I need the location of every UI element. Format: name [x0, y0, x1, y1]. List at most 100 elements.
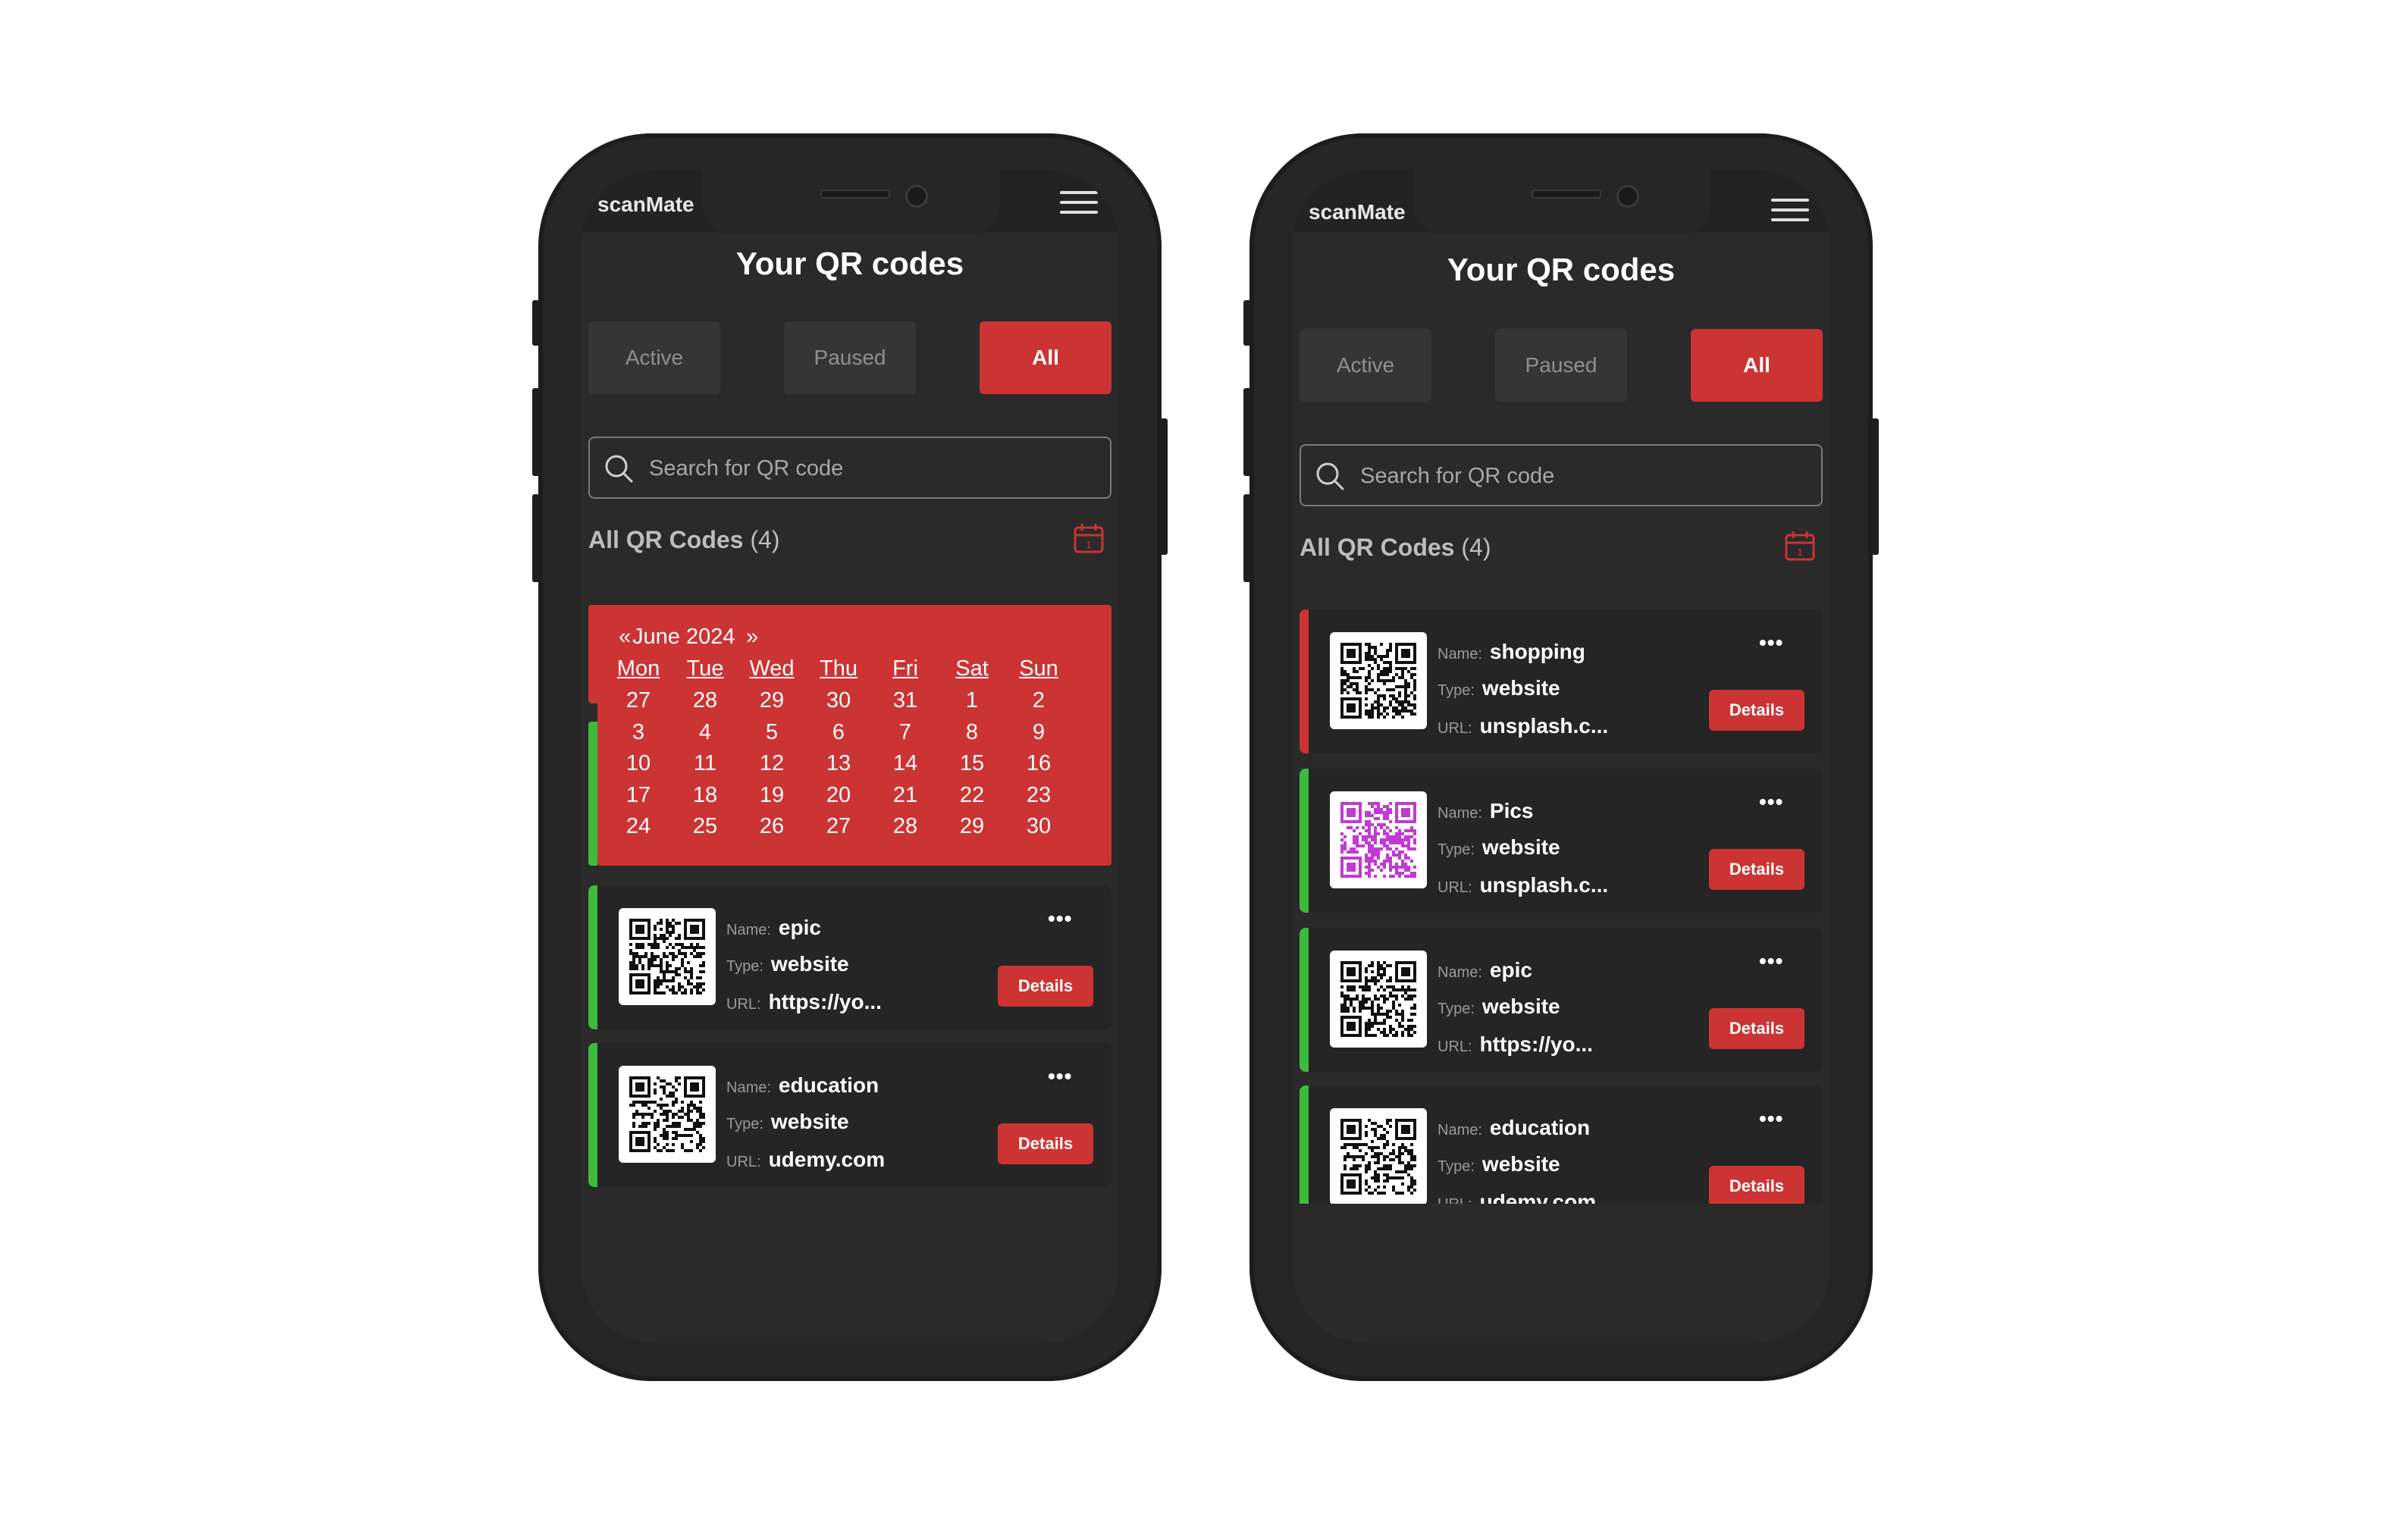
name-field: Name: shopping [1438, 640, 1585, 664]
calendar-day[interactable]: 7 [872, 720, 939, 745]
status-stripe [1300, 769, 1309, 913]
name-label: Name: [1438, 805, 1482, 822]
url-value: unsplash.c... [1479, 714, 1609, 738]
calendar-day[interactable]: 11 [672, 751, 738, 776]
calendar-prev-button[interactable]: « [619, 625, 631, 650]
url-value: https://yo... [1479, 1032, 1593, 1056]
url-label: URL: [1438, 720, 1472, 737]
calendar-day[interactable]: 30 [805, 688, 872, 713]
name-label: Name: [726, 922, 771, 938]
section-title-label: All QR Codes [1300, 534, 1455, 561]
name-value: epic [1489, 958, 1532, 982]
calendar-day[interactable]: 28 [672, 688, 738, 713]
search-input[interactable] [647, 438, 1098, 499]
card-stripe-active [588, 722, 597, 866]
calendar-day[interactable]: 30 [1005, 814, 1072, 839]
more-icon[interactable]: ••• [1048, 907, 1072, 931]
calendar-day[interactable]: 28 [872, 814, 939, 839]
speaker [1532, 190, 1601, 199]
calendar-day[interactable]: 13 [805, 751, 872, 776]
more-icon[interactable]: ••• [1759, 631, 1783, 655]
power-button [1160, 418, 1168, 555]
section-count: (4) [1461, 534, 1491, 561]
search-icon [605, 455, 633, 483]
calendar-day[interactable]: 20 [805, 783, 872, 808]
calendar-day[interactable]: 21 [872, 783, 939, 808]
more-icon[interactable]: ••• [1759, 790, 1783, 814]
calendar-day[interactable]: 22 [939, 783, 1005, 808]
tab-paused[interactable]: Paused [784, 321, 916, 394]
calendar-day[interactable]: 18 [672, 783, 738, 808]
section-title: All QR Codes (4) [1300, 534, 1491, 562]
hamburger-icon[interactable] [1060, 191, 1098, 214]
details-button[interactable]: Details [998, 966, 1093, 1007]
calendar-day[interactable]: 29 [738, 688, 805, 713]
tab-paused[interactable]: Paused [1495, 329, 1627, 402]
calendar-day[interactable]: 1 [939, 688, 1005, 713]
details-button[interactable]: Details [1709, 690, 1804, 731]
page-title: Your QR codes [1447, 252, 1676, 287]
url-field: URL: https://yo... [1438, 1032, 1593, 1057]
calendar-day[interactable]: 5 [738, 720, 805, 745]
details-button[interactable]: Details [1709, 849, 1804, 890]
search-input[interactable] [1359, 446, 1809, 506]
notch [1413, 170, 1710, 235]
calendar-day[interactable]: 31 [872, 688, 939, 713]
qr-card: Name: education Type: website URL: udemy.co… [1300, 1085, 1823, 1204]
calendar-day[interactable]: 14 [872, 751, 939, 776]
url-label: URL: [726, 1154, 761, 1170]
type-field: Type: website [1438, 835, 1560, 860]
type-label: Type: [726, 958, 763, 975]
more-icon[interactable]: ••• [1048, 1064, 1072, 1088]
name-field: Name: Pics [1438, 799, 1534, 823]
section-title-label: All QR Codes [588, 526, 744, 553]
calendar-icon[interactable]: 1 [1072, 522, 1105, 555]
calendar-day[interactable]: 29 [939, 814, 1005, 839]
type-value: website [1481, 835, 1560, 859]
calendar-day[interactable]: 24 [605, 814, 672, 839]
notch [702, 170, 999, 235]
calendar-day[interactable]: 8 [939, 720, 1005, 745]
more-icon[interactable]: ••• [1759, 1107, 1783, 1131]
status-stripe [1300, 609, 1309, 753]
calendar-day[interactable]: 6 [805, 720, 872, 745]
calendar-day[interactable]: 12 [738, 751, 805, 776]
calendar-next-button[interactable]: » [746, 625, 758, 650]
calendar-day[interactable]: 15 [939, 751, 1005, 776]
volume-up-button [532, 388, 540, 476]
calendar-day[interactable]: 26 [738, 814, 805, 839]
details-button[interactable]: Details [1709, 1008, 1804, 1049]
calendar-day[interactable]: 9 [1005, 720, 1072, 745]
calendar-weekday: Sun [1019, 656, 1058, 681]
name-label: Name: [1438, 646, 1482, 662]
mute-switch [532, 300, 540, 346]
details-button[interactable]: Details [998, 1123, 1093, 1164]
calendar-day[interactable]: 19 [738, 783, 805, 808]
calendar-day[interactable]: 16 [1005, 751, 1072, 776]
speaker [820, 190, 890, 199]
tab-active[interactable]: Active [588, 321, 720, 394]
calendar-weekday: Mon [616, 656, 660, 681]
calendar-day[interactable]: 23 [1005, 783, 1072, 808]
name-field: Name: education [1438, 1116, 1590, 1140]
tab-active[interactable]: Active [1300, 329, 1431, 402]
calendar-day[interactable]: 10 [605, 751, 672, 776]
tab-all[interactable]: All [1691, 329, 1823, 402]
more-icon[interactable]: ••• [1759, 949, 1783, 973]
calendar-weekday: Sat [955, 656, 989, 681]
url-field: URL: unsplash.c... [1438, 714, 1608, 738]
calendar-day[interactable]: 2 [1005, 688, 1072, 713]
calendar-day[interactable]: 3 [605, 720, 672, 745]
calendar-day[interactable]: 25 [672, 814, 738, 839]
qr-code-image [1330, 1108, 1427, 1204]
calendar-icon[interactable]: 1 [1783, 529, 1817, 562]
calendar-weekday: Tue [686, 656, 724, 681]
tab-all[interactable]: All [980, 321, 1112, 394]
details-button[interactable]: Details [1709, 1166, 1804, 1204]
calendar-day[interactable]: 17 [605, 783, 672, 808]
url-label: URL: [1438, 1038, 1472, 1055]
calendar-day[interactable]: 4 [672, 720, 738, 745]
calendar-day[interactable]: 27 [805, 814, 872, 839]
calendar-day[interactable]: 27 [605, 688, 672, 713]
hamburger-icon[interactable] [1771, 199, 1809, 221]
